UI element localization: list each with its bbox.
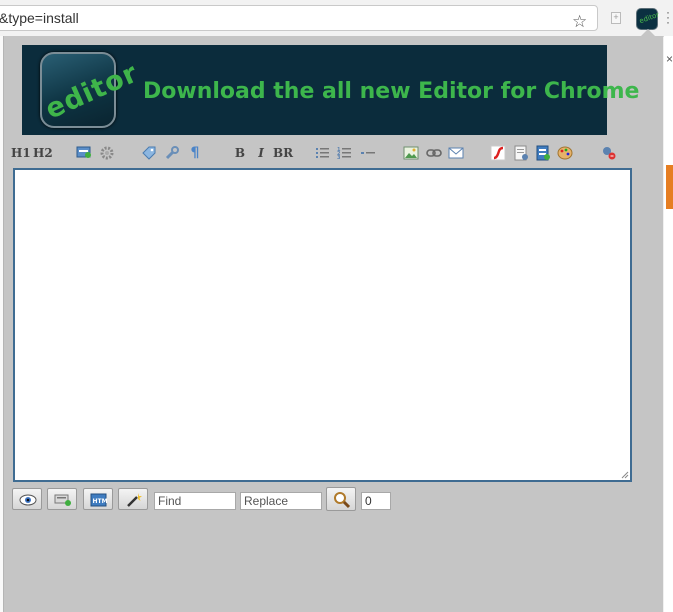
italic-button[interactable]: I — [254, 143, 268, 163]
address-bar[interactable]: &type=install ☆ — [0, 5, 598, 31]
color-palette-icon[interactable] — [557, 143, 575, 163]
bold-button[interactable]: B — [232, 143, 248, 163]
star-icon[interactable]: ☆ — [572, 13, 587, 30]
editor-logo-text: editor — [40, 57, 143, 126]
wrench-icon[interactable] — [164, 143, 182, 163]
search-icon — [334, 492, 351, 509]
resize-grip-icon[interactable] — [621, 471, 629, 479]
svg-text:HTML: HTML — [93, 498, 109, 505]
page-close-icon[interactable]: × — [666, 52, 673, 66]
replace-input[interactable] — [240, 492, 322, 510]
insert-html-icon[interactable] — [76, 143, 94, 163]
promo-banner[interactable]: editor Download the all new Editor for C… — [22, 45, 639, 135]
page-background-right — [664, 36, 673, 612]
formatting-toolbar: H1 H2 ¶ B I BR 123 — [4, 143, 664, 163]
browser-menu-icon[interactable]: · · · — [666, 6, 670, 28]
ordered-list-icon[interactable]: 123 — [337, 143, 355, 163]
line-break-button[interactable]: BR — [272, 143, 294, 163]
insert-block-icon — [54, 494, 71, 506]
insert-block-button[interactable] — [47, 488, 77, 510]
html-source-icon: HTML — [90, 493, 109, 507]
page-orange-element — [666, 165, 673, 209]
editor-extension-icon[interactable]: editor — [636, 8, 660, 30]
unordered-list-icon[interactable] — [315, 143, 333, 163]
tag-icon[interactable] — [141, 143, 159, 163]
plugin-icon[interactable] — [601, 143, 619, 163]
bottom-toolbar: HTML — [4, 487, 664, 513]
editor-logo: editor — [40, 52, 143, 128]
editor-popup: editor Download the all new Editor for C… — [3, 36, 663, 612]
email-icon[interactable] — [448, 143, 466, 163]
svg-text:3: 3 — [337, 155, 341, 161]
page-icon[interactable] — [513, 143, 531, 163]
horizontal-rule-icon[interactable] — [360, 143, 378, 163]
html-source-button[interactable]: HTML — [83, 488, 113, 510]
magic-wand-button[interactable] — [118, 488, 148, 510]
editor-textarea[interactable] — [13, 168, 632, 482]
settings-icon[interactable] — [99, 143, 117, 163]
magic-wand-icon — [127, 493, 142, 507]
banner-headline: Download the all new Editor for Chrome — [143, 79, 640, 104]
paragraph-icon[interactable]: ¶ — [187, 143, 203, 163]
browser-toolbar: &type=install ☆ + editor · · · — [0, 0, 673, 37]
search-button[interactable] — [326, 487, 356, 511]
match-count-field[interactable] — [361, 492, 391, 510]
flash-icon[interactable] — [490, 143, 508, 163]
preview-button[interactable] — [12, 488, 42, 510]
extension-placeholder-icon[interactable]: + — [611, 12, 621, 24]
image-icon[interactable] — [403, 143, 421, 163]
preview-eye-icon — [19, 494, 37, 506]
table-icon[interactable] — [535, 143, 553, 163]
find-input[interactable] — [154, 492, 236, 510]
heading1-button[interactable]: H1 — [11, 143, 31, 163]
url-text: &type=install — [0, 10, 79, 26]
link-icon[interactable] — [426, 143, 444, 163]
heading2-button[interactable]: H2 — [33, 143, 53, 163]
